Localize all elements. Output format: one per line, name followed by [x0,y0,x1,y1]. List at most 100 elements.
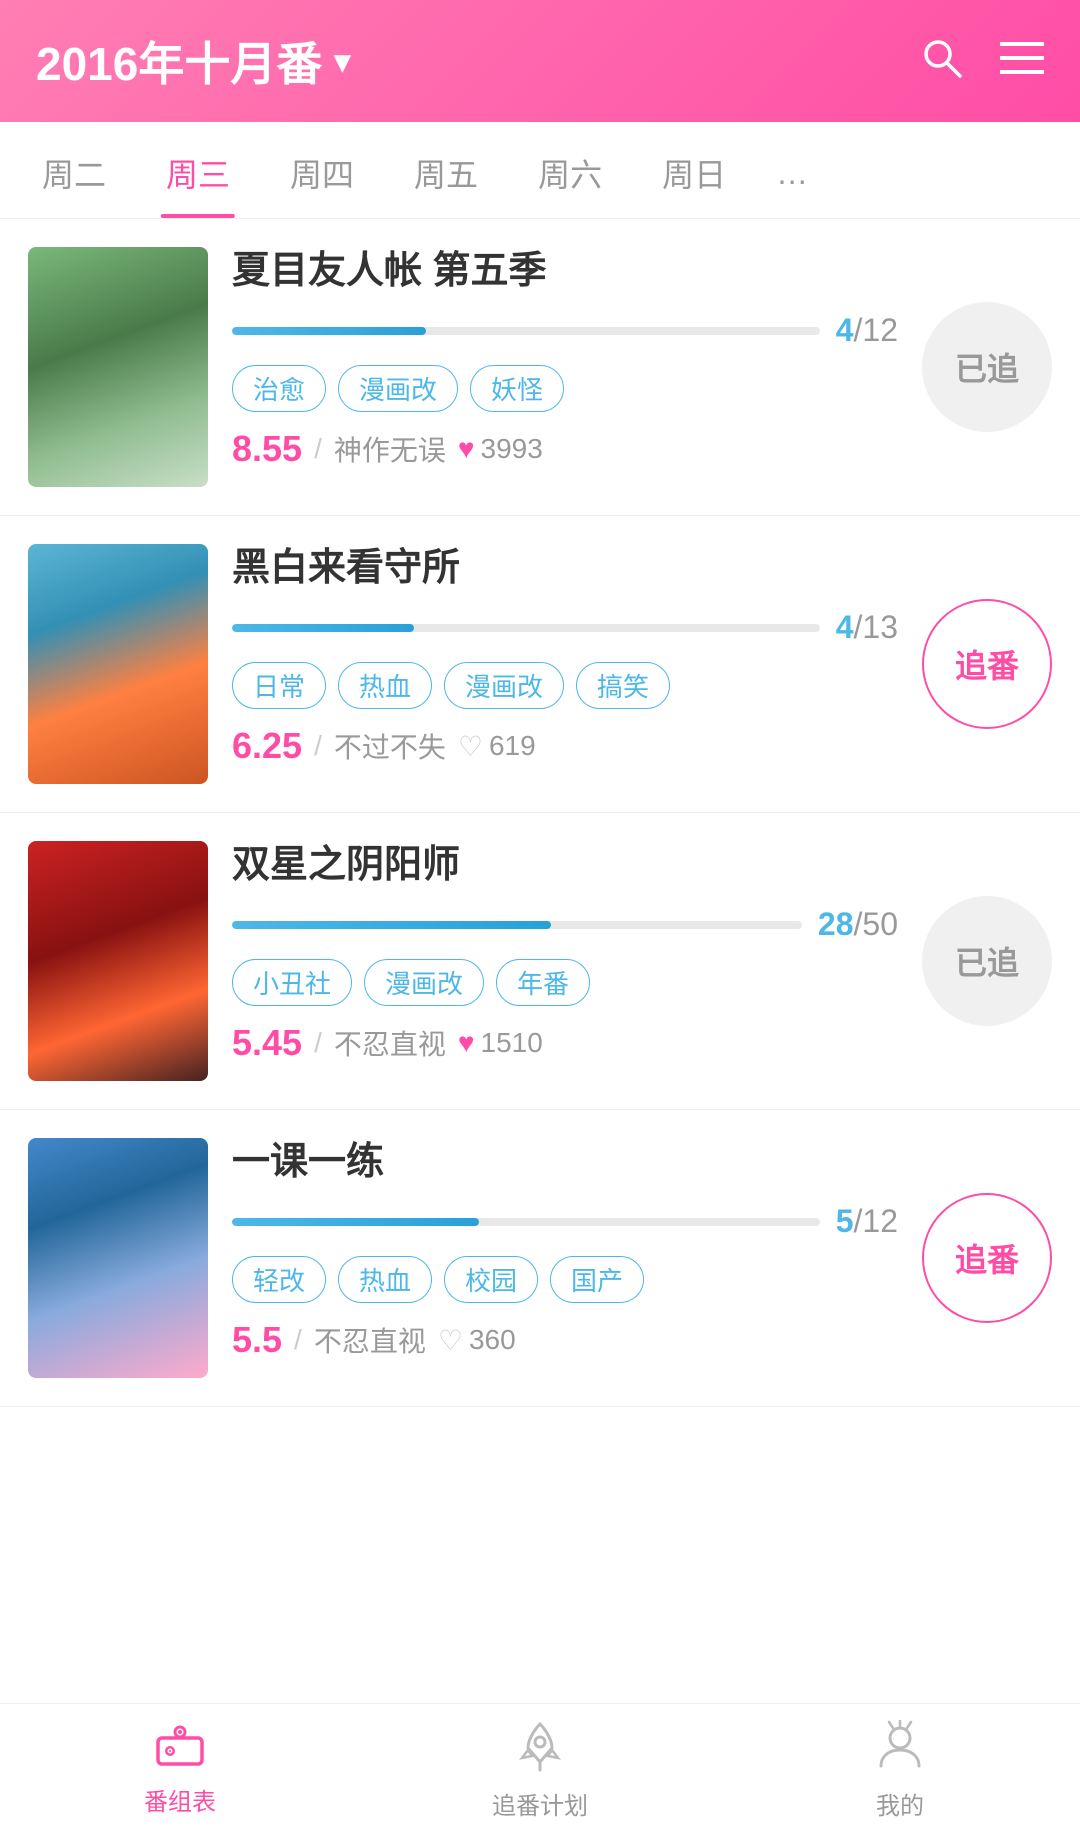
likes-2: ♡ 619 [458,730,536,763]
header-actions [920,36,1044,87]
anime-title-4: 一课一练 [232,1138,898,1187]
heart-icon-3: ♥ [458,1027,475,1059]
rating-label-2: 不过不失 [334,726,446,766]
follow-button-4[interactable]: 追番 [922,1193,1052,1323]
tag-3-1[interactable]: 漫画改 [364,959,484,1006]
follow-button-1[interactable]: 已追 [922,302,1052,432]
tag-4-2[interactable]: 校园 [444,1256,538,1303]
progress-row-2: 4/13 [232,609,898,646]
likes-1: ♥ 3993 [458,433,543,465]
follow-button-3[interactable]: 已追 [922,896,1052,1026]
progress-total-4: 12 [862,1203,898,1239]
nav-label-mine: 我的 [876,1786,924,1821]
rocket-icon [518,1720,562,1780]
likes-4: ♡ 360 [438,1324,516,1357]
tab-more[interactable]: … [756,127,828,214]
day-tabs: 周二 周三 周四 周五 周六 周日 … [0,122,1080,219]
anime-item-1: 夏目友人帐 第五季 4/12 治愈 漫画改 妖怪 8.55 / 神作无误 ♥ [0,219,1080,516]
heart-icon-1: ♥ [458,433,475,465]
page-title: 2016年十月番 [36,28,322,94]
anime-item-4: 一课一练 5/12 轻改 热血 校园 国产 5.5 / 不忍直视 [0,1110,1080,1407]
progress-bar-bg-1 [232,327,820,335]
header-title[interactable]: 2016年十月番 ▾ [36,28,350,94]
nav-item-plan[interactable]: 追番计划 [360,1720,720,1821]
anime-title-1: 夏目友人帐 第五季 [232,247,898,296]
anime-info-3: 双星之阴阳师 28/50 小丑社 漫画改 年番 5.45 / 不忍直视 ♥ [232,841,898,1064]
rating-row-2: 6.25 / 不过不失 ♡ 619 [232,725,898,767]
dropdown-arrow-icon[interactable]: ▾ [334,42,350,80]
progress-total-1: 12 [862,312,898,348]
tag-1-2[interactable]: 妖怪 [470,365,564,412]
profile-icon [875,1720,925,1780]
rating-row-4: 5.5 / 不忍直视 ♡ 360 [232,1319,898,1361]
progress-bar-bg-2 [232,624,820,632]
progress-text-4: 5/12 [836,1203,898,1240]
progress-total-2: 13 [862,609,898,645]
nav-item-schedule[interactable]: 番组表 [0,1724,360,1817]
tab-friday[interactable]: 周六 [508,122,632,218]
tag-1-0[interactable]: 治愈 [232,365,326,412]
tag-2-1[interactable]: 热血 [338,662,432,709]
heart-icon-2: ♡ [458,730,483,763]
anime-info-2: 黑白来看守所 4/13 日常 热血 漫画改 搞笑 6.25 / 不过不失 [232,544,898,767]
tab-wednesday[interactable]: 周四 [260,122,384,218]
tag-1-1[interactable]: 漫画改 [338,365,458,412]
tags-row-4: 轻改 热血 校园 国产 [232,1256,898,1303]
anime-cover-1[interactable] [28,247,208,487]
progress-row-4: 5/12 [232,1203,898,1240]
progress-bar-fill-1 [232,327,426,335]
likes-count-1: 3993 [481,433,543,465]
likes-3: ♥ 1510 [458,1027,543,1059]
nav-label-plan: 追番计划 [492,1786,588,1821]
rating-score-4: 5.5 [232,1319,282,1361]
tag-4-1[interactable]: 热血 [338,1256,432,1303]
heart-icon-4: ♡ [438,1324,463,1357]
tags-row-3: 小丑社 漫画改 年番 [232,959,898,1006]
tag-4-3[interactable]: 国产 [550,1256,644,1303]
progress-bar-fill-4 [232,1218,479,1226]
rating-score-2: 6.25 [232,725,302,767]
search-icon[interactable] [920,36,964,87]
rating-row-3: 5.45 / 不忍直视 ♥ 1510 [232,1022,898,1064]
rating-score-3: 5.45 [232,1022,302,1064]
tag-4-0[interactable]: 轻改 [232,1256,326,1303]
progress-current-1: 4 [836,312,854,348]
anime-info-1: 夏目友人帐 第五季 4/12 治愈 漫画改 妖怪 8.55 / 神作无误 ♥ [232,247,898,470]
progress-bar-bg-4 [232,1218,820,1226]
tag-2-0[interactable]: 日常 [232,662,326,709]
anime-info-4: 一课一练 5/12 轻改 热血 校园 国产 5.5 / 不忍直视 [232,1138,898,1361]
anime-cover-4[interactable] [28,1138,208,1378]
nav-label-schedule: 番组表 [144,1782,216,1817]
progress-bar-fill-3 [232,921,551,929]
anime-cover-2[interactable] [28,544,208,784]
anime-item-3: 双星之阴阳师 28/50 小丑社 漫画改 年番 5.45 / 不忍直视 ♥ [0,813,1080,1110]
rating-row-1: 8.55 / 神作无误 ♥ 3993 [232,428,898,470]
menu-icon[interactable] [1000,40,1044,83]
progress-current-2: 4 [836,609,854,645]
progress-text-3: 28/50 [818,906,898,943]
progress-bar-bg-3 [232,921,802,929]
tab-monday[interactable]: 周二 [12,122,136,218]
progress-row-1: 4/12 [232,312,898,349]
tag-3-0[interactable]: 小丑社 [232,959,352,1006]
follow-button-2[interactable]: 追番 [922,599,1052,729]
tag-3-2[interactable]: 年番 [496,959,590,1006]
likes-count-2: 619 [489,730,536,762]
anime-cover-3[interactable] [28,841,208,1081]
anime-title-3: 双星之阴阳师 [232,841,898,890]
tab-tuesday[interactable]: 周三 [136,122,260,218]
tag-2-2[interactable]: 漫画改 [444,662,564,709]
progress-current-3: 28 [818,906,854,942]
rating-score-1: 8.55 [232,428,302,470]
progress-current-4: 5 [836,1203,854,1239]
rating-label-1: 神作无误 [334,429,446,469]
progress-bar-fill-2 [232,624,414,632]
tags-row-1: 治愈 漫画改 妖怪 [232,365,898,412]
anime-title-2: 黑白来看守所 [232,544,898,593]
tab-saturday[interactable]: 周日 [632,122,756,218]
likes-count-3: 1510 [481,1027,543,1059]
nav-item-mine[interactable]: 我的 [720,1720,1080,1821]
progress-total-3: 50 [862,906,898,942]
tag-2-3[interactable]: 搞笑 [576,662,670,709]
tab-thursday[interactable]: 周五 [384,122,508,218]
